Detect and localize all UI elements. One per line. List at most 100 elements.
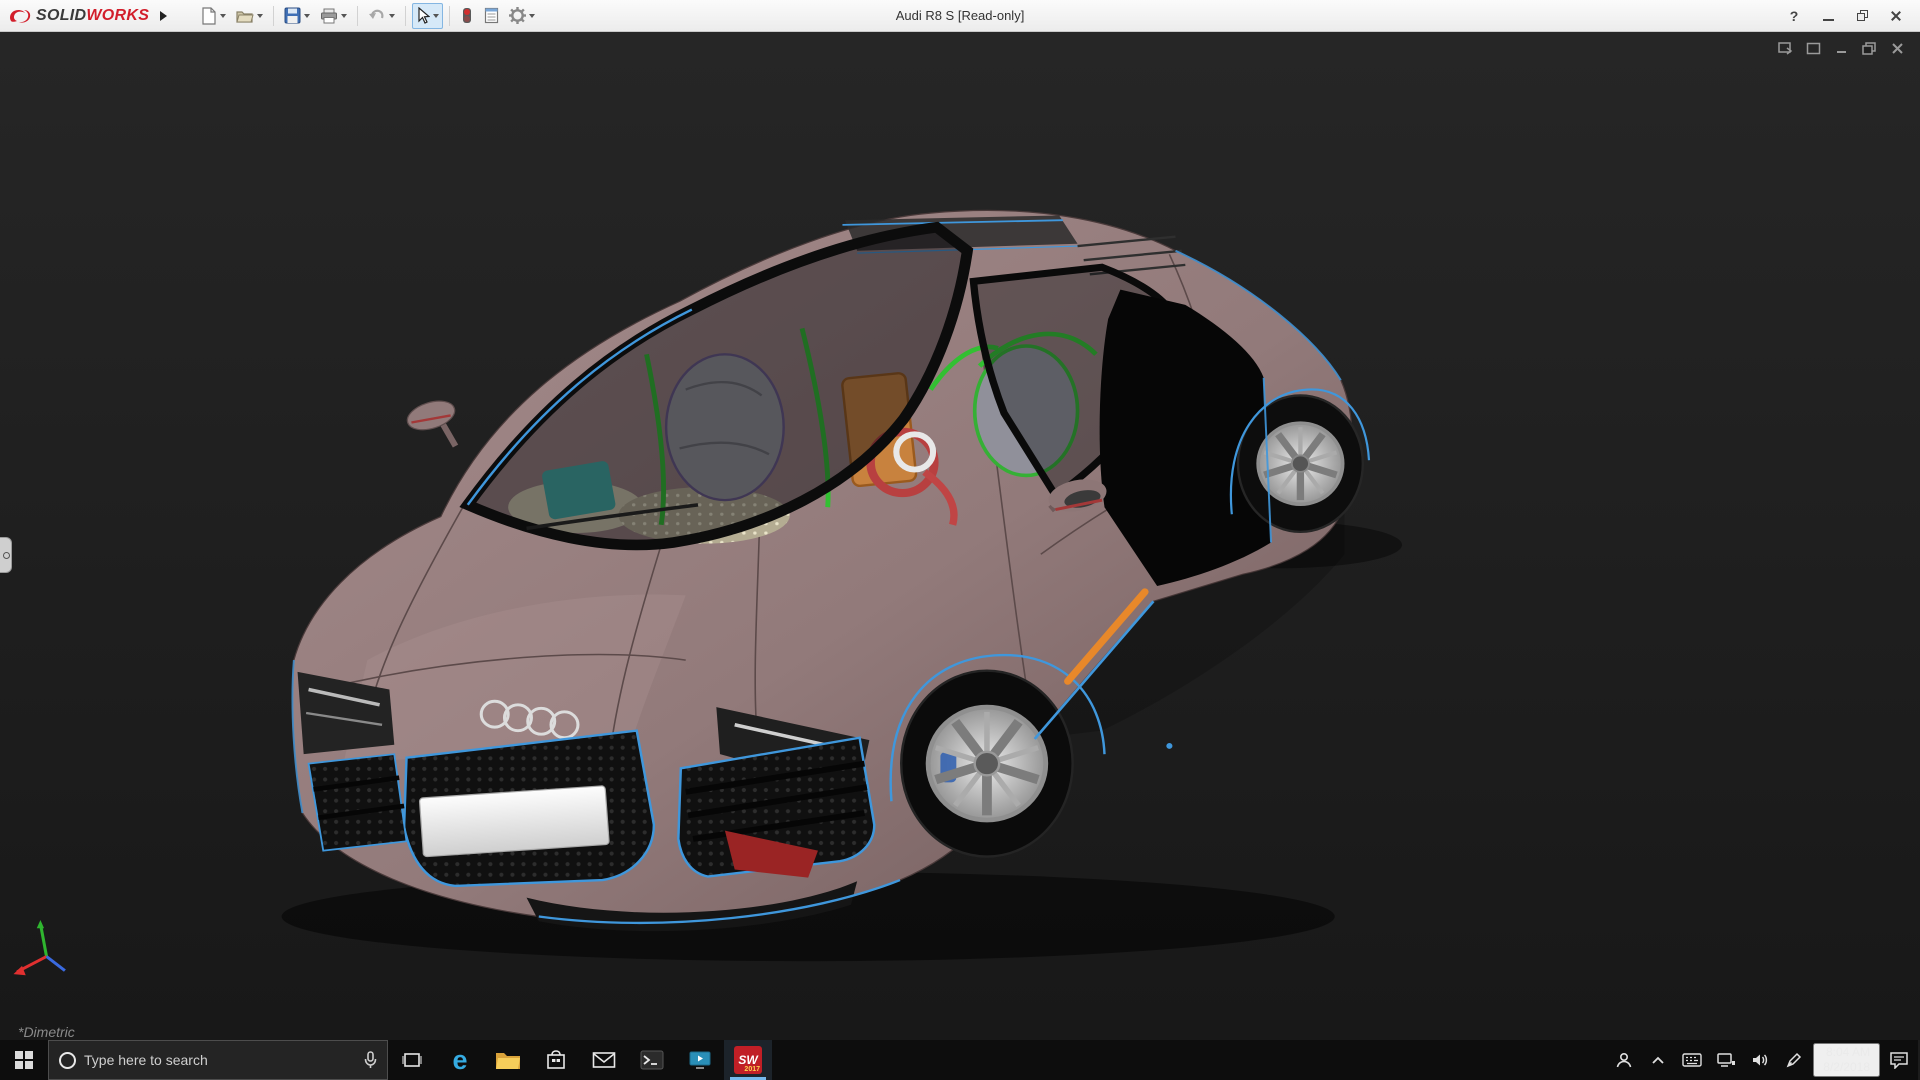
cortana-icon [59,1052,76,1069]
toolbar-separator [357,6,358,26]
file-explorer-button[interactable] [484,1040,532,1080]
windows-ink-button[interactable] [1779,1040,1809,1080]
help-icon: ? [1790,8,1799,24]
select-cursor-icon [416,7,430,24]
command-prompt-icon [640,1050,664,1070]
solidworks-app-icon: SW 2017 [734,1046,762,1074]
dropdown-arrow-icon [257,14,263,18]
pen-icon [1786,1052,1802,1068]
windows-taskbar: e [0,1040,1920,1080]
doc-maximize-button[interactable] [1860,40,1878,56]
solidworks-taskbar-button[interactable]: SW 2017 [724,1040,772,1080]
brand-text-works: WORKS [86,7,149,24]
toolbar-separator [405,6,406,26]
command-prompt-button[interactable] [628,1040,676,1080]
chevron-up-icon [1651,1055,1665,1065]
restore-icon [1857,10,1868,21]
media-app-icon [688,1050,712,1070]
dropdown-arrow-icon [220,14,226,18]
graphics-viewport[interactable]: *Dimetric [0,32,1920,1040]
edge-button[interactable]: e [436,1040,484,1080]
3ds-logo-icon [8,6,32,26]
undo-button[interactable] [364,3,399,29]
doc-minimize-button[interactable] [1832,40,1850,56]
dropdown-arrow-icon [341,14,347,18]
file-properties-button[interactable] [480,3,503,29]
task-view-button[interactable] [388,1040,436,1080]
edge-icon: e [452,1047,467,1074]
open-folder-icon [236,8,254,24]
dropdown-arrow-icon [304,14,310,18]
network-button[interactable] [1711,1040,1741,1080]
dropdown-arrow-icon [529,14,535,18]
people-icon [1614,1051,1634,1069]
print-button[interactable] [316,3,351,29]
search-input[interactable] [84,1052,356,1068]
main-toolbar [197,3,539,29]
select-cursor-button[interactable] [412,3,443,29]
mail-button[interactable] [580,1040,628,1080]
doc-restore-ghost-button[interactable] [1776,40,1794,56]
file-properties-icon [484,7,499,24]
store-button[interactable] [532,1040,580,1080]
restore-button[interactable] [1848,4,1876,28]
volume-icon [1751,1052,1769,1068]
new-document-icon [201,7,217,25]
touch-keyboard-button[interactable] [1677,1040,1707,1080]
solidworks-logo: SOLIDWORKS [0,6,155,26]
minimize-icon [1823,19,1834,21]
dropdown-arrow-icon [433,14,439,18]
flyout-triangle-icon [160,11,167,21]
left-air-intake [309,754,407,850]
menu-flyout-arrow[interactable] [155,5,171,27]
close-icon [1890,10,1902,22]
people-button[interactable] [1609,1040,1639,1080]
tray-overflow-button[interactable] [1643,1040,1673,1080]
media-app-button[interactable] [676,1040,724,1080]
toolbar-separator [449,6,450,26]
printer-icon [320,8,338,24]
save-button[interactable] [280,3,314,29]
mail-icon [592,1051,616,1069]
window-controls: ? [1780,4,1920,28]
screen: SOLIDWORKS [0,0,1920,1080]
doc-new-window-button[interactable] [1804,40,1822,56]
open-document-button[interactable] [232,3,267,29]
sw-badge-text: SW [738,1053,757,1067]
network-icon [1716,1052,1736,1068]
gear-icon [509,7,526,24]
touch-keyboard-icon [1682,1053,1702,1067]
help-button[interactable]: ? [1780,4,1808,28]
clock-time: 8:04 AM [1826,1045,1870,1060]
orientation-triad [13,920,64,975]
dropdown-arrow-icon [389,14,395,18]
store-icon [545,1049,567,1071]
microphone-icon[interactable] [364,1051,377,1069]
center-grille [404,731,654,886]
license-plate [419,786,609,857]
new-document-button[interactable] [197,3,230,29]
vertex-dot [1166,743,1172,749]
app-titlebar: SOLIDWORKS [0,0,1920,32]
action-center-icon [1889,1051,1909,1069]
document-window-controls [1776,40,1906,56]
doc-close-button[interactable] [1888,40,1906,56]
action-center-button[interactable] [1884,1040,1914,1080]
volume-button[interactable] [1745,1040,1775,1080]
taskbar-search[interactable] [48,1040,388,1080]
minimize-button[interactable] [1814,4,1842,28]
clock-date: 8/2/2018 [1823,1060,1870,1075]
view-orientation-label: *Dimetric [18,1024,75,1040]
audi-r8-3d-model [0,32,1920,1040]
featuremanager-flyout-tab[interactable] [0,537,12,573]
options-button[interactable] [505,3,539,29]
taskbar-clock[interactable]: 8:04 AM 8/2/2018 [1813,1043,1880,1077]
rebuild-button[interactable] [456,3,478,29]
sw-badge-year: 2017 [744,1066,760,1073]
close-button[interactable] [1882,4,1910,28]
rebuild-stoplight-icon [460,7,474,24]
task-view-icon [401,1051,423,1069]
save-floppy-icon [284,7,301,24]
start-button[interactable] [0,1040,48,1080]
file-explorer-icon [495,1050,521,1070]
